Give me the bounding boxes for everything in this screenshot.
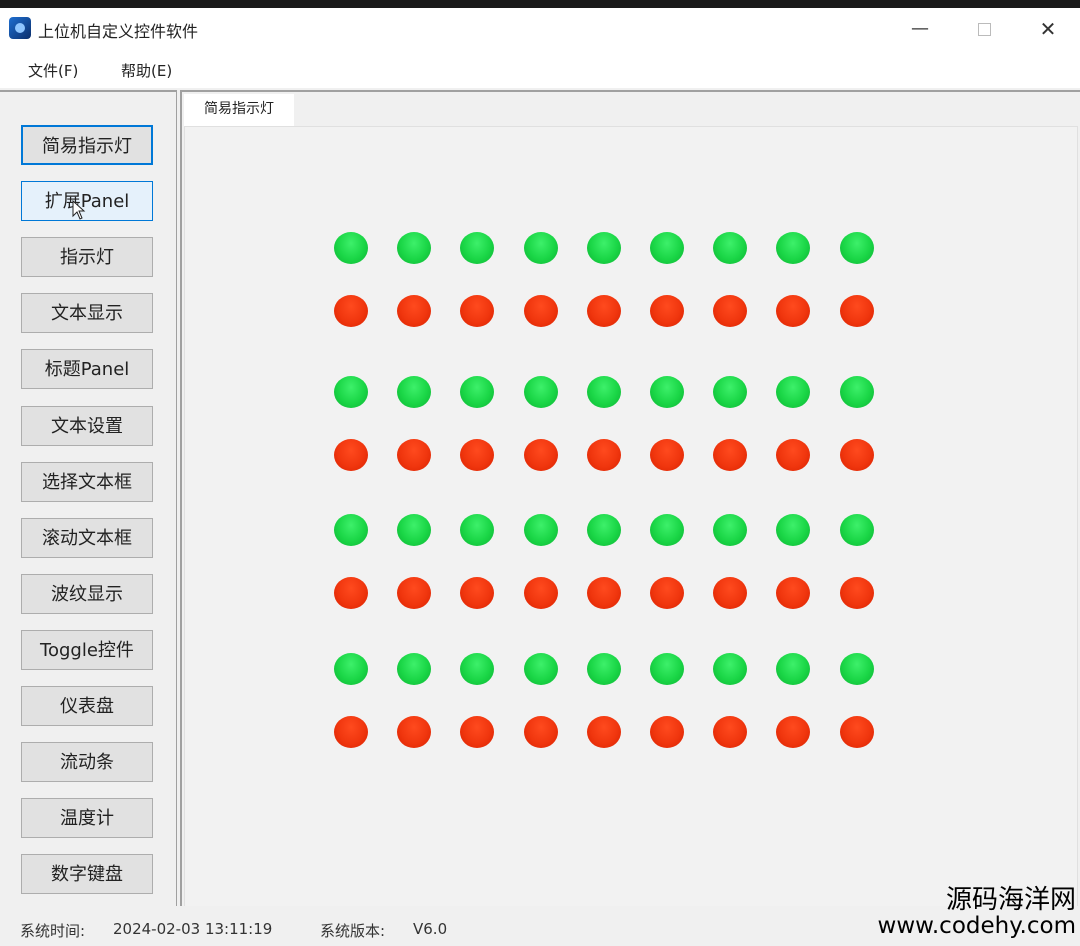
indicator-grid bbox=[0, 0, 1080, 944]
red-indicator-light bbox=[776, 439, 810, 471]
green-indicator-light bbox=[776, 514, 810, 546]
red-indicator-light bbox=[524, 439, 558, 471]
red-indicator-light bbox=[334, 295, 368, 327]
green-indicator-light bbox=[397, 232, 431, 264]
green-indicator-light bbox=[524, 376, 558, 408]
red-indicator-light bbox=[650, 295, 684, 327]
red-indicator-light bbox=[524, 295, 558, 327]
red-indicator-light bbox=[460, 295, 494, 327]
green-indicator-light bbox=[713, 514, 747, 546]
red-indicator-light bbox=[587, 577, 621, 609]
red-indicator-light bbox=[713, 295, 747, 327]
green-indicator-light bbox=[334, 232, 368, 264]
red-indicator-light bbox=[334, 577, 368, 609]
red-indicator-light bbox=[334, 439, 368, 471]
red-indicator-light bbox=[713, 716, 747, 748]
green-indicator-light bbox=[776, 653, 810, 685]
red-indicator-light bbox=[650, 439, 684, 471]
red-indicator-light bbox=[334, 716, 368, 748]
red-indicator-light bbox=[397, 577, 431, 609]
red-indicator-light bbox=[776, 295, 810, 327]
green-indicator-light bbox=[587, 653, 621, 685]
green-indicator-light bbox=[460, 514, 494, 546]
green-indicator-light bbox=[840, 653, 874, 685]
red-indicator-light bbox=[840, 716, 874, 748]
red-indicator-light bbox=[840, 577, 874, 609]
red-indicator-light bbox=[524, 577, 558, 609]
green-indicator-light bbox=[776, 376, 810, 408]
green-indicator-light bbox=[713, 653, 747, 685]
green-indicator-light bbox=[334, 376, 368, 408]
red-indicator-light bbox=[397, 439, 431, 471]
red-indicator-light bbox=[713, 577, 747, 609]
watermark: 源码海洋网 www.codehy.com bbox=[878, 886, 1076, 938]
green-indicator-light bbox=[524, 653, 558, 685]
red-indicator-light bbox=[587, 295, 621, 327]
watermark-url: www.codehy.com bbox=[878, 914, 1076, 938]
green-indicator-light bbox=[776, 232, 810, 264]
green-indicator-light bbox=[840, 232, 874, 264]
watermark-title: 源码海洋网 bbox=[878, 886, 1076, 914]
green-indicator-light bbox=[650, 232, 684, 264]
green-indicator-light bbox=[587, 514, 621, 546]
red-indicator-light bbox=[713, 439, 747, 471]
green-indicator-light bbox=[587, 232, 621, 264]
green-indicator-light bbox=[650, 376, 684, 408]
green-indicator-light bbox=[713, 376, 747, 408]
green-indicator-light bbox=[397, 653, 431, 685]
green-indicator-light bbox=[460, 376, 494, 408]
red-indicator-light bbox=[460, 577, 494, 609]
green-indicator-light bbox=[397, 376, 431, 408]
green-indicator-light bbox=[334, 514, 368, 546]
green-indicator-light bbox=[713, 232, 747, 264]
green-indicator-light bbox=[334, 653, 368, 685]
red-indicator-light bbox=[587, 439, 621, 471]
red-indicator-light bbox=[840, 295, 874, 327]
red-indicator-light bbox=[650, 577, 684, 609]
red-indicator-light bbox=[524, 716, 558, 748]
red-indicator-light bbox=[587, 716, 621, 748]
green-indicator-light bbox=[650, 653, 684, 685]
green-indicator-light bbox=[650, 514, 684, 546]
red-indicator-light bbox=[776, 716, 810, 748]
green-indicator-light bbox=[524, 514, 558, 546]
green-indicator-light bbox=[460, 232, 494, 264]
red-indicator-light bbox=[840, 439, 874, 471]
red-indicator-light bbox=[460, 439, 494, 471]
red-indicator-light bbox=[650, 716, 684, 748]
green-indicator-light bbox=[397, 514, 431, 546]
green-indicator-light bbox=[587, 376, 621, 408]
red-indicator-light bbox=[460, 716, 494, 748]
red-indicator-light bbox=[397, 295, 431, 327]
green-indicator-light bbox=[524, 232, 558, 264]
red-indicator-light bbox=[397, 716, 431, 748]
green-indicator-light bbox=[460, 653, 494, 685]
green-indicator-light bbox=[840, 514, 874, 546]
red-indicator-light bbox=[776, 577, 810, 609]
green-indicator-light bbox=[840, 376, 874, 408]
